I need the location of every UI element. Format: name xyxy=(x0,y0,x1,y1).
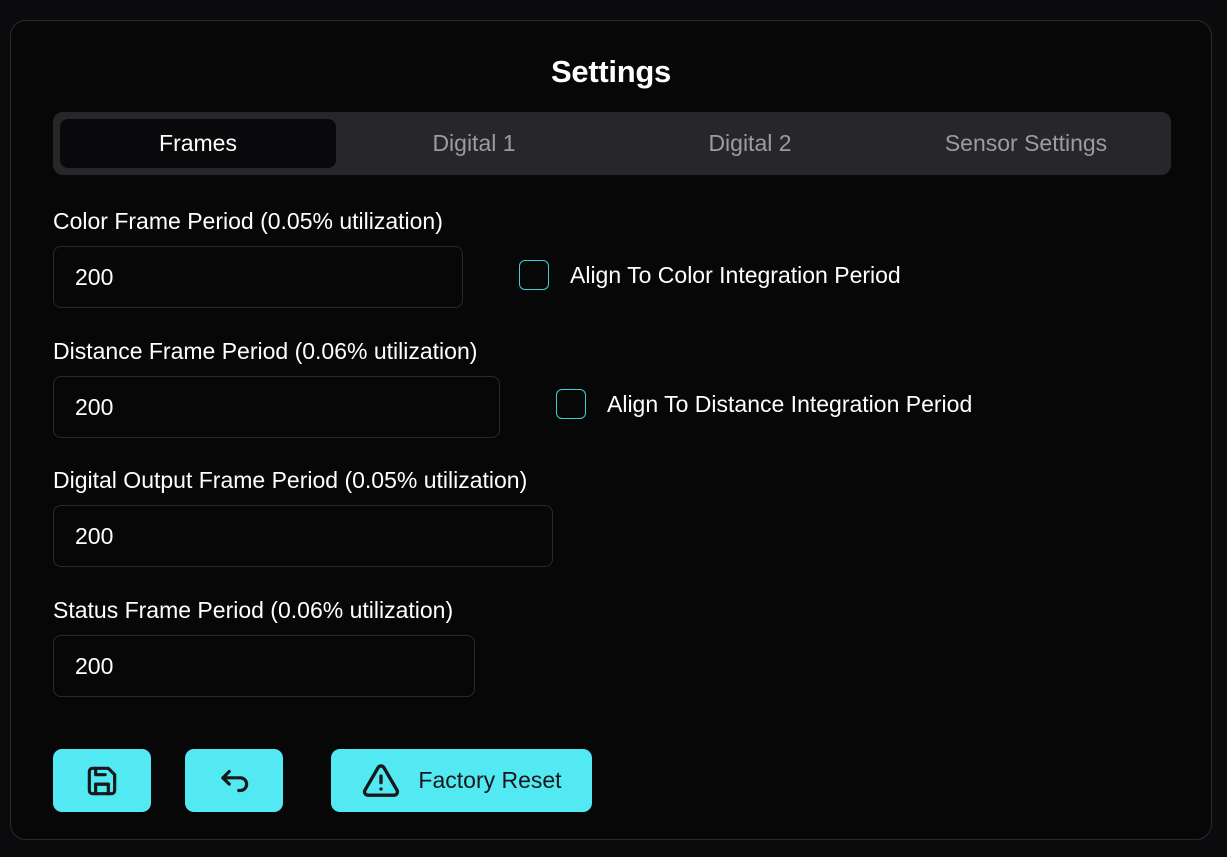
distance-frame-period-field: Distance Frame Period (0.06% utilization… xyxy=(53,336,500,438)
undo-arrow-icon xyxy=(215,762,253,800)
tab-digital-1[interactable]: Digital 1 xyxy=(336,119,612,168)
digital-output-frame-period-field: Digital Output Frame Period (0.05% utili… xyxy=(53,465,553,567)
status-frame-period-input[interactable]: 200 xyxy=(53,635,475,697)
tab-digital-2[interactable]: Digital 2 xyxy=(612,119,888,168)
factory-reset-label: Factory Reset xyxy=(418,767,562,793)
warning-triangle-icon xyxy=(361,761,401,801)
align-color-checkbox[interactable] xyxy=(519,260,549,290)
revert-button[interactable] xyxy=(185,749,283,812)
align-color-label: Align To Color Integration Period xyxy=(570,261,901,288)
distance-frame-period-input[interactable]: 200 xyxy=(53,376,500,438)
factory-reset-button[interactable]: Factory Reset xyxy=(331,749,592,812)
align-distance-checkbox-row[interactable]: Align To Distance Integration Period xyxy=(556,389,972,419)
save-button[interactable] xyxy=(53,749,151,812)
color-frame-period-field: Color Frame Period (0.05% utilization) 2… xyxy=(53,206,463,308)
floppy-disk-icon xyxy=(83,762,121,800)
settings-card: Settings Frames Digital 1 Digital 2 Sens… xyxy=(10,20,1212,840)
align-distance-checkbox[interactable] xyxy=(556,389,586,419)
tab-bar: Frames Digital 1 Digital 2 Sensor Settin… xyxy=(53,112,1171,175)
distance-frame-period-label: Distance Frame Period (0.06% utilization… xyxy=(53,338,478,364)
digital-output-frame-period-label: Digital Output Frame Period (0.05% utili… xyxy=(53,467,528,493)
status-frame-period-field: Status Frame Period (0.06% utilization) … xyxy=(53,595,475,697)
tab-frames[interactable]: Frames xyxy=(60,119,336,168)
status-frame-period-label: Status Frame Period (0.06% utilization) xyxy=(53,597,454,623)
color-frame-period-input[interactable]: 200 xyxy=(53,246,463,308)
page-title: Settings xyxy=(551,54,671,89)
align-distance-label: Align To Distance Integration Period xyxy=(607,390,973,417)
color-frame-period-label: Color Frame Period (0.05% utilization) xyxy=(53,208,443,234)
align-color-checkbox-row[interactable]: Align To Color Integration Period xyxy=(519,260,901,290)
tab-sensor-settings[interactable]: Sensor Settings xyxy=(888,119,1164,168)
digital-output-frame-period-input[interactable]: 200 xyxy=(53,505,553,567)
